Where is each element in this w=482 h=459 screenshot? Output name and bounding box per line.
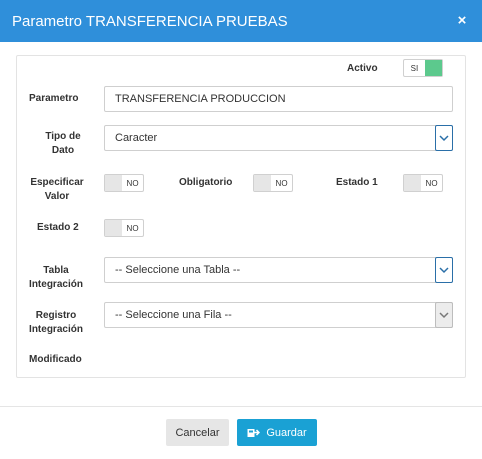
especificar-valor-label-line2: Valor: [44, 191, 70, 202]
registro-integracion-label-line2: Integración: [29, 324, 83, 335]
registro-integracion-select[interactable]: -- Seleccione una Fila --: [104, 302, 453, 328]
obligatorio-toggle[interactable]: NO: [253, 174, 293, 192]
activo-toggle-knob: [424, 60, 442, 76]
activo-label: Activo: [347, 63, 378, 74]
tabla-integracion-label-line1: Tabla: [43, 265, 69, 276]
modificado-label: Modificado: [29, 354, 82, 365]
especificar-valor-label-line1: Especificar: [30, 177, 84, 188]
chevron-down-icon: [435, 302, 453, 328]
tabla-integracion-select[interactable]: -- Seleccione una Tabla --: [104, 257, 453, 283]
estado2-toggle-text: NO: [126, 223, 139, 233]
parametro-input-value: TRANSFERENCIA PRODUCCION: [115, 93, 286, 105]
estado1-label: Estado 1: [336, 177, 378, 188]
registro-integracion-label: Registro Integración: [24, 309, 88, 336]
tipo-de-dato-select[interactable]: Caracter: [104, 125, 453, 151]
tabla-integracion-label: Tabla Integración: [24, 264, 88, 291]
modal-title: Parametro TRANSFERENCIA PRUEBAS: [12, 12, 288, 30]
estado2-label: Estado 2: [37, 222, 79, 233]
estado1-toggle[interactable]: NO: [403, 174, 443, 192]
save-icon: [247, 427, 261, 438]
estado1-toggle-knob: [404, 175, 422, 191]
tipo-de-dato-label: Tipo de Dato: [38, 130, 88, 157]
tipo-de-dato-label-line2: Dato: [51, 145, 75, 156]
especificar-valor-label: Especificar Valor: [26, 176, 88, 203]
tipo-de-dato-label-line1: Tipo de: [45, 131, 81, 142]
registro-integracion-label-line1: Registro: [35, 310, 77, 321]
obligatorio-label: Obligatorio: [179, 177, 233, 188]
footer-divider: [0, 406, 482, 407]
activo-toggle[interactable]: SI: [403, 59, 443, 77]
cancel-button-label: Cancelar: [175, 426, 220, 439]
registro-integracion-value: -- Seleccione una Fila --: [115, 309, 232, 321]
obligatorio-toggle-text: NO: [275, 178, 288, 188]
close-button[interactable]: ×: [454, 13, 470, 29]
especificar-valor-toggle-knob: [105, 175, 123, 191]
cancel-button[interactable]: Cancelar: [166, 419, 229, 446]
especificar-valor-toggle[interactable]: NO: [104, 174, 144, 192]
especificar-valor-toggle-text: NO: [126, 178, 139, 188]
parametro-input[interactable]: TRANSFERENCIA PRODUCCION: [104, 86, 453, 112]
modal-header: Parametro TRANSFERENCIA PRUEBAS ×: [0, 0, 482, 42]
parametro-modal: Parametro TRANSFERENCIA PRUEBAS × Activo…: [0, 0, 482, 459]
tabla-integracion-value: -- Seleccione una Tabla --: [115, 264, 241, 276]
save-button-label: Guardar: [266, 426, 307, 439]
parametro-label: Parametro: [29, 93, 79, 104]
estado1-toggle-text: NO: [425, 178, 438, 188]
chevron-down-icon: [435, 125, 453, 151]
activo-toggle-text: SI: [410, 63, 419, 73]
estado2-toggle[interactable]: NO: [104, 219, 144, 237]
tabla-integracion-label-line2: Integración: [29, 279, 83, 290]
estado2-toggle-knob: [105, 220, 123, 236]
obligatorio-toggle-knob: [254, 175, 272, 191]
save-button[interactable]: Guardar: [237, 419, 317, 446]
chevron-down-icon: [435, 257, 453, 283]
tipo-de-dato-value: Caracter: [115, 132, 158, 144]
